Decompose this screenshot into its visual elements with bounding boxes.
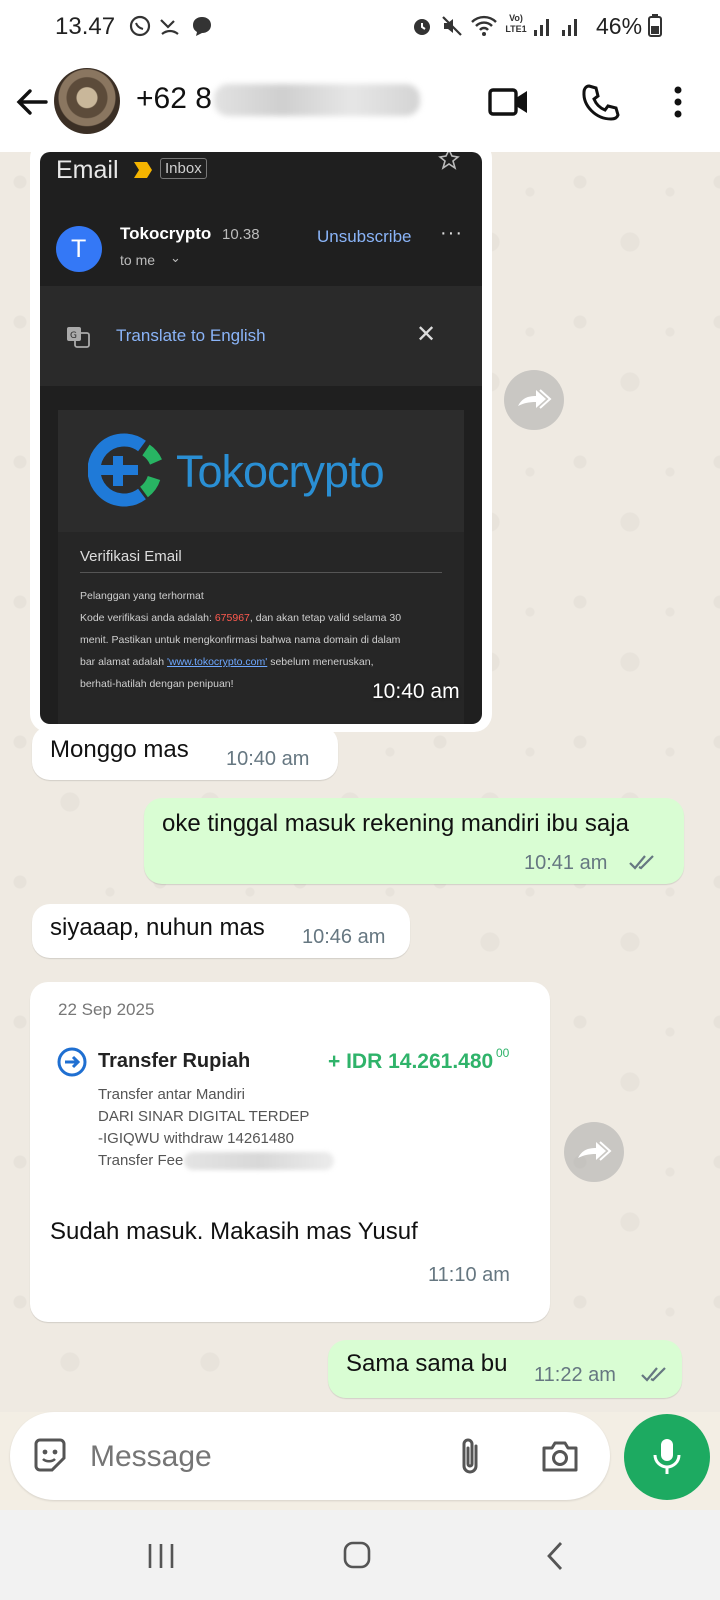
system-nav-bar (0, 1510, 720, 1600)
back-arrow-icon[interactable] (12, 82, 52, 122)
email-app-title: Email (56, 156, 119, 184)
unsubscribe-link: Unsubscribe (317, 227, 412, 246)
email-line-2: menit. Pastikan untuk mengkonfirmasi bah… (80, 634, 401, 646)
transfer-detail-4: Transfer Fee (98, 1152, 184, 1169)
email-domain-link: 'www.tokocrypto.com' (166, 656, 268, 668)
camera-icon[interactable] (540, 1438, 580, 1474)
incoming-image-message-bubble[interactable]: 22 Sep 2025 Transfer Rupiah + IDR 14.261… (30, 982, 550, 1322)
wifi-icon (471, 15, 497, 36)
important-marker-icon (134, 162, 152, 178)
chevron-down-icon: ⌄ (170, 250, 181, 265)
signal-2-icon (562, 19, 577, 36)
transfer-amount: + IDR 14.261.480 (328, 1050, 494, 1073)
email-line-4: berhati-hatilah dengan penipuan! (80, 678, 234, 690)
outgoing-message-bubble[interactable]: oke tinggal masuk rekening mandiri ibu s… (144, 798, 684, 884)
read-receipt-icon (641, 1367, 666, 1382)
message-time: 11:22 am (534, 1364, 616, 1386)
status-bar: 13.47 Vo) LTE1 46% (0, 0, 720, 52)
message-input[interactable] (88, 1432, 432, 1482)
message-text: oke tinggal masuk rekening mandiri ibu s… (162, 810, 629, 837)
email-code-suffix: , dan akan tetap valid selama 30 (249, 612, 402, 624)
forward-button[interactable] (564, 1122, 624, 1182)
whatsapp-notification-icon (129, 15, 151, 37)
email-link-prefix: bar alamat adalah (80, 656, 167, 668)
email-screenshot-image[interactable]: Email Inbox T Tokocrypto 10.38 to me ⌄ U… (40, 152, 482, 724)
sender-initial: T (71, 235, 87, 263)
email-link-suffix: sebelum meneruskan, (267, 656, 374, 668)
transfer-title: Transfer Rupiah (98, 1050, 251, 1072)
message-text: Monggo mas (50, 736, 189, 763)
email-link-line: bar alamat adalah 'www.tokocrypto.com' s… (80, 656, 374, 668)
status-time: 13.47 (55, 13, 116, 40)
sticker-icon[interactable] (30, 1436, 70, 1476)
transfer-detail-2: DARI SINAR DIGITAL TERDEP (98, 1108, 310, 1125)
forward-icon (578, 1141, 612, 1161)
redacted-fee (184, 1152, 334, 1170)
star-icon (438, 152, 460, 170)
divider (80, 572, 442, 573)
mic-button[interactable] (624, 1414, 710, 1500)
translate-icon: G (67, 327, 90, 348)
verification-code: 675967 (214, 612, 250, 624)
video-call-icon[interactable] (488, 84, 530, 120)
message-time: 10:41 am (524, 852, 608, 874)
chat-header: +62 8 (0, 52, 720, 152)
missed-call-icon (160, 19, 179, 35)
read-receipt-icon (629, 855, 654, 870)
incoming-message-bubble[interactable]: Monggo mas 10:40 am (32, 726, 338, 780)
back-nav-icon[interactable] (544, 1540, 566, 1572)
image-message-time: 10:40 am (372, 680, 460, 703)
brand-name: Tokocrypto (176, 446, 385, 497)
microphone-icon (653, 1439, 681, 1474)
email-code-prefix: Kode verifikasi anda adalah: (80, 612, 215, 624)
battery-percent: 46% (596, 13, 643, 39)
contact-name[interactable]: +62 8 (136, 82, 212, 116)
email-code-line: Kode verifikasi anda adalah: 675967, dan… (80, 612, 401, 624)
translate-link: Translate to English (116, 326, 266, 345)
email-sender: Tokocrypto (120, 224, 212, 243)
voice-call-icon[interactable] (580, 82, 620, 122)
mute-icon (442, 16, 462, 36)
message-text: siyaaap, nuhun mas (50, 914, 265, 941)
message-time: 11:10 am (428, 1264, 510, 1286)
more-vert-icon[interactable] (664, 82, 692, 122)
transfer-date: 22 Sep 2025 (58, 1000, 155, 1019)
recent-apps-icon[interactable] (146, 1542, 176, 1570)
volte-indicator: Vo) LTE1 (505, 13, 527, 34)
message-time: 10:40 am (226, 748, 310, 770)
tokocrypto-logo-icon (88, 433, 162, 507)
message-caption: Sudah masuk. Makasih mas Yusuf (50, 1218, 418, 1245)
message-notification-icon (193, 17, 211, 36)
battery-icon (648, 14, 662, 37)
signal-1-icon (534, 19, 549, 36)
email-to-me: to me (120, 252, 156, 268)
transfer-detail-3: -IGIQWU withdraw 14261480 (98, 1130, 294, 1147)
email-more-icon: ··· (440, 222, 463, 244)
email-sent-time: 10.38 (222, 226, 260, 243)
incoming-message-bubble[interactable]: siyaaap, nuhun mas 10:46 am (32, 904, 410, 958)
forward-icon (518, 389, 552, 409)
forward-button[interactable] (504, 370, 564, 430)
message-text: Sama sama bu (346, 1350, 508, 1377)
message-input-bar (10, 1412, 610, 1500)
avatar[interactable] (54, 68, 120, 134)
transfer-icon (57, 1047, 87, 1077)
email-greeting: Pelanggan yang terhormat (80, 590, 204, 602)
close-translate-icon: ✕ (416, 321, 437, 348)
alarm-icon (414, 19, 430, 35)
transfer-detail-1: Transfer antar Mandiri (98, 1086, 245, 1103)
attach-icon[interactable] (456, 1436, 486, 1478)
transfer-amount-cents: 00 (496, 1046, 510, 1060)
home-icon[interactable] (342, 1540, 372, 1570)
email-heading: Verifikasi Email (80, 548, 182, 565)
inbox-label: Inbox (160, 158, 207, 179)
redacted-number (214, 84, 420, 116)
outgoing-message-bubble[interactable]: Sama sama bu 11:22 am (328, 1340, 682, 1398)
message-time: 10:46 am (302, 926, 386, 948)
svg-text:G: G (70, 331, 77, 341)
